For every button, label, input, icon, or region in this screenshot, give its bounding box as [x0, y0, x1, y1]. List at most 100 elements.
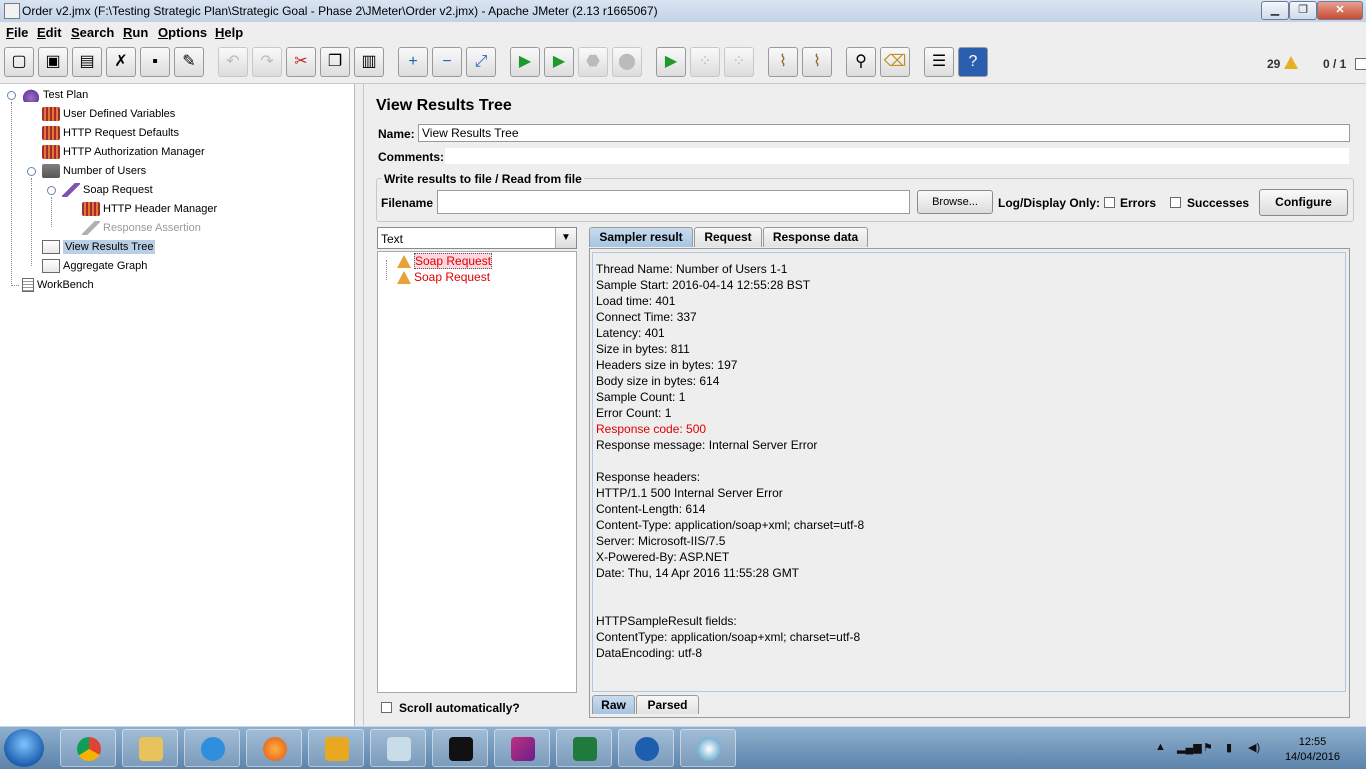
internet-explorer-icon[interactable] — [184, 729, 240, 767]
tree-node-http-request-defaults[interactable]: HTTP Request Defaults — [42, 124, 179, 142]
redo-icon[interactable]: ↷ — [252, 47, 282, 77]
tab-raw[interactable]: Raw — [592, 695, 635, 714]
volume-icon[interactable]: ◀) — [1248, 741, 1260, 754]
power-icon[interactable]: ▮ — [1226, 741, 1232, 754]
minimize-button[interactable]: ▁ — [1261, 1, 1289, 20]
search-icon[interactable]: ⚲ — [846, 47, 876, 77]
warning-count: 29 — [1267, 57, 1281, 71]
flag-icon[interactable]: ⚑ — [1203, 741, 1213, 754]
shutdown-icon[interactable]: ⬤ — [612, 47, 642, 77]
outlook-icon[interactable] — [308, 729, 364, 767]
toggle-soap-request[interactable] — [47, 186, 56, 195]
excel-icon[interactable] — [556, 729, 612, 767]
chevron-down-icon[interactable]: ▼ — [555, 228, 576, 248]
menu-help[interactable]: Help — [215, 25, 243, 40]
detail-line: Content-Length: 614 — [596, 502, 706, 516]
tab-request[interactable]: Request — [694, 227, 762, 247]
stop-icon[interactable]: ⬣ — [578, 47, 608, 77]
toggle-icon[interactable]: ⤢ — [466, 47, 496, 77]
network-icon[interactable] — [680, 729, 736, 767]
detail-line: Date: Thu, 14 Apr 2016 11:55:28 GMT — [596, 566, 800, 580]
renderer-value: Text — [381, 232, 404, 246]
tree-node-aggregate-graph[interactable]: Aggregate Graph — [42, 257, 147, 275]
reset-search-icon[interactable]: ⌫ — [880, 47, 910, 77]
show-hidden-icons[interactable]: ▲ — [1155, 741, 1166, 753]
menu-file[interactable]: File — [6, 25, 28, 40]
toggle-test-plan[interactable] — [7, 91, 16, 100]
detail-line: Sample Start: 2016-04-14 12:55:28 BST — [596, 278, 811, 292]
close-file-icon[interactable]: ✗ — [106, 47, 136, 77]
renderer-select[interactable]: Text ▼ — [377, 227, 577, 249]
tree-node-user-defined-variables[interactable]: User Defined Variables — [42, 105, 175, 123]
firefox-icon[interactable] — [246, 729, 302, 767]
tree-node-workbench[interactable]: WorkBench — [22, 276, 94, 294]
browse-button[interactable]: Browse... — [917, 190, 993, 214]
workbench-icon — [22, 278, 34, 293]
maximize-button[interactable]: ❐ — [1289, 1, 1317, 20]
chrome-icon[interactable] — [60, 729, 116, 767]
paste-icon[interactable]: ▥ — [354, 47, 384, 77]
tab-sampler-result[interactable]: Sampler result — [589, 227, 693, 247]
clear-icon[interactable]: ⌇ — [768, 47, 798, 77]
function-helper-icon[interactable]: ☰ — [924, 47, 954, 77]
name-label: Name: — [378, 127, 415, 141]
menu-run[interactable]: Run — [123, 25, 148, 40]
detail-line: HTTPSampleResult fields: — [596, 614, 737, 628]
tree-node-http-header-manager[interactable]: HTTP Header Manager — [82, 200, 217, 218]
start-no-pause-icon[interactable]: ▶ — [544, 47, 574, 77]
tree-node-soap-request[interactable]: Soap Request — [62, 181, 153, 199]
remote-shutdown-icon[interactable]: ⁘ — [724, 47, 754, 77]
new-icon[interactable]: ▢ — [4, 47, 34, 77]
save-as-icon[interactable]: ✎ — [174, 47, 204, 77]
detail-line: Body size in bytes: 614 — [596, 374, 720, 388]
menu-search[interactable]: Search — [71, 25, 114, 40]
close-button[interactable]: ✕ — [1317, 1, 1363, 20]
result-item[interactable]: Soap Request — [397, 269, 490, 285]
tab-response-data[interactable]: Response data — [763, 227, 868, 247]
windows-start-icon[interactable] — [4, 729, 44, 767]
toggle-number-of-users[interactable] — [27, 167, 36, 176]
remote-stop-icon[interactable]: ⁘ — [690, 47, 720, 77]
help-icon[interactable]: ? — [958, 47, 988, 77]
notes-icon[interactable] — [370, 729, 426, 767]
templates-icon[interactable]: ▣ — [38, 47, 68, 77]
jmeter-icon[interactable] — [494, 729, 550, 767]
filename-field[interactable] — [437, 190, 910, 214]
tree-node-view-results-tree[interactable]: View Results Tree — [42, 238, 156, 256]
sampler-icon — [62, 183, 80, 198]
configure-button[interactable]: Configure — [1259, 189, 1348, 216]
detail-line: HTTP/1.1 500 Internal Server Error — [596, 486, 783, 500]
tree-node-test-plan[interactable]: Test Plan — [22, 86, 88, 104]
tree-node-response-assertion[interactable]: Response Assertion — [82, 219, 201, 237]
save-icon[interactable]: ▪ — [140, 47, 170, 77]
clock[interactable]: 12:55 14/04/2016 — [1285, 735, 1340, 765]
split-divider[interactable] — [355, 84, 364, 726]
name-field[interactable]: View Results Tree — [418, 124, 1350, 142]
copy-icon[interactable]: ❐ — [320, 47, 350, 77]
tree-node-http-authorization-manager[interactable]: HTTP Authorization Manager — [42, 143, 205, 161]
window-title: Order v2.jmx (F:\Testing Strategic Plan\… — [22, 4, 658, 18]
cut-icon[interactable]: ✂ — [286, 47, 316, 77]
detail-line: Size in bytes: 811 — [596, 342, 690, 356]
command-prompt-icon[interactable] — [432, 729, 488, 767]
clear-all-icon[interactable]: ⌇ — [802, 47, 832, 77]
r-icon[interactable] — [618, 729, 674, 767]
open-icon[interactable]: ▤ — [72, 47, 102, 77]
expand-icon[interactable]: + — [398, 47, 428, 77]
successes-checkbox[interactable] — [1170, 197, 1181, 208]
signal-icon[interactable]: ▂▄▆ — [1177, 741, 1202, 754]
menu-options[interactable]: Options — [158, 25, 207, 40]
file-explorer-icon[interactable] — [122, 729, 178, 767]
remote-start-icon[interactable]: ▶ — [656, 47, 686, 77]
comments-field[interactable] — [444, 147, 1350, 165]
scroll-auto-checkbox[interactable] — [381, 702, 392, 713]
tab-parsed[interactable]: Parsed — [636, 695, 699, 714]
collapse-icon[interactable]: − — [432, 47, 462, 77]
warning-icon[interactable] — [1284, 56, 1298, 69]
start-icon[interactable]: ▶ — [510, 47, 540, 77]
errors-checkbox[interactable] — [1104, 197, 1115, 208]
tree-node-number-of-users[interactable]: Number of Users — [42, 162, 146, 180]
undo-icon[interactable]: ↶ — [218, 47, 248, 77]
result-item[interactable]: Soap Request — [397, 253, 493, 269]
menu-edit[interactable]: Edit — [37, 25, 62, 40]
